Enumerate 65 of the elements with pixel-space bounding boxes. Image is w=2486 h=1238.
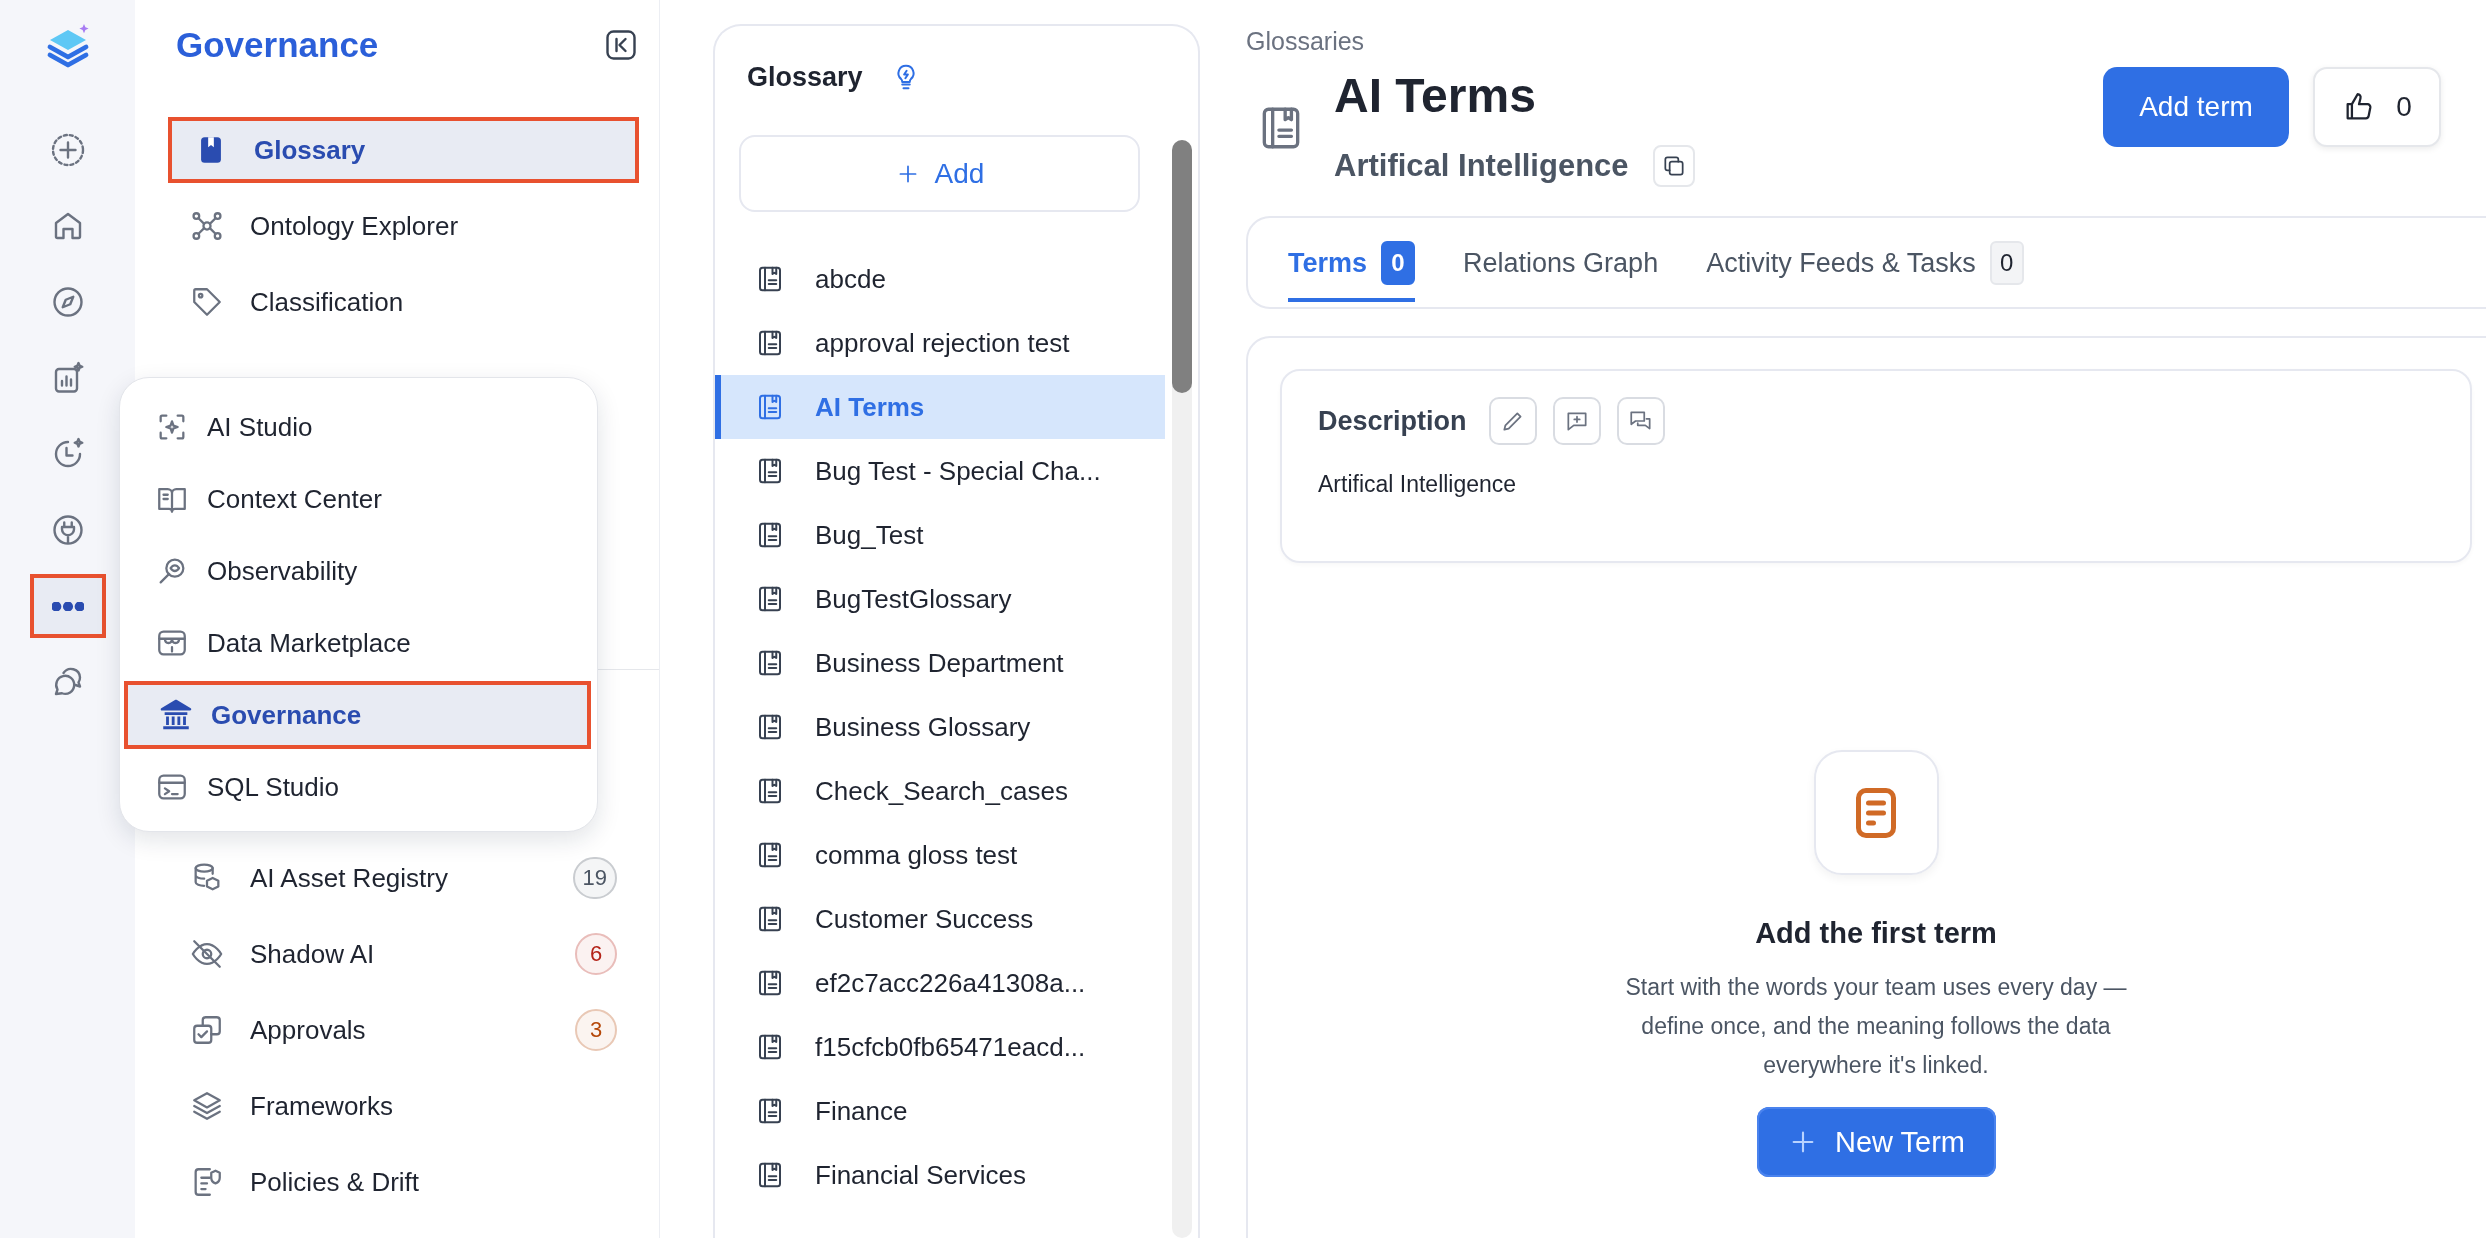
sidebar-item[interactable]: Ontology Explorer [168,193,639,259]
empty-message: Start with the words your team uses every day — define once, and the meaning follows the data everywhere it's linked. [1624,973,2128,1080]
section-title: Governance [176,25,379,65]
description-heading: Description [1318,405,1467,437]
more-icon [51,601,84,611]
sidebar-item[interactable]: Policies & Drift [168,1149,639,1215]
add-comment-button[interactable] [1552,397,1601,445]
checklist-icon [190,1013,224,1047]
list-item[interactable]: Financial Services [715,1143,1165,1207]
eye-off-icon [190,937,224,971]
add-button[interactable]: Add [739,135,1140,212]
count-badge: 6 [575,933,617,975]
page-title: AI Terms [1334,68,1536,124]
menu-item[interactable]: Data Marketplace [124,609,591,677]
network-icon [190,209,224,243]
layers-icon [190,1089,224,1123]
menu-item[interactable]: Context Center [124,465,591,533]
list-item[interactable]: Finance [715,1079,1165,1143]
plus-icon [49,132,86,168]
menu-item[interactable]: Observability [124,537,591,605]
scrollbar-thumb[interactable] [1172,140,1192,393]
sidebar-item[interactable]: Classification [168,269,639,335]
list-item[interactable]: abcde [715,247,1165,311]
tab[interactable]: Activity Feeds & Tasks 0 [1706,228,2024,302]
new-term-button[interactable]: New Term [1756,1107,1996,1177]
list-item[interactable]: Check_Search_cases [715,759,1165,823]
list-item[interactable]: comma gloss test [715,823,1165,887]
list-item[interactable]: approval rejection test [715,311,1165,375]
collapse-icon [603,27,639,63]
sidebar-item[interactable]: Approvals 3 [168,997,639,1063]
list-item[interactable]: Business Glossary [715,695,1165,759]
panel-title: Glossary [747,61,863,93]
list-item[interactable]: Bug Test - Special Cha... [715,439,1165,503]
add-term-button[interactable]: Add term [2103,67,2289,147]
list-item[interactable]: Business Department [715,631,1165,695]
copy-button[interactable] [1652,145,1695,187]
list-item[interactable]: ef2c7acc226a41308a... [715,951,1165,1015]
like-button[interactable]: 0 [2313,67,2441,147]
list-item[interactable]: AI Terms [715,375,1165,439]
description-text: Artifical Intelligence [1318,471,1518,498]
list-item[interactable]: Customer Success [715,887,1165,951]
edit-button[interactable] [1488,397,1537,445]
count-badge: 0 [1381,241,1416,285]
count-badge: 3 [575,1009,617,1051]
menu-item[interactable]: AI Studio [124,393,591,461]
tag-icon [190,285,224,319]
sidebar-item[interactable]: Shadow AI 6 [168,921,639,987]
count-badge: 0 [1989,241,2024,285]
menu-item[interactable]: SQL Studio [124,753,591,821]
tab[interactable]: Relations Graph [1463,228,1659,302]
tab[interactable]: Terms 0 [1288,228,1416,302]
list-item[interactable]: Bug_Test [715,503,1165,567]
page-subtitle: Artifical Intelligence [1334,148,1629,184]
sidebar-item[interactable]: Frameworks [168,1073,639,1139]
sidebar-item[interactable]: AI Asset Registry 19 [168,845,639,911]
collapse-button[interactable] [603,27,639,63]
more-button[interactable] [29,574,106,638]
empty-title: Add the first term [1755,917,1997,950]
list-item[interactable]: BugTestGlossary [715,567,1165,631]
sidebar-item[interactable]: Glossary [168,117,639,183]
menu-item[interactable]: Governance [124,681,591,749]
bank-icon [159,698,193,732]
list-item[interactable]: f15cfcb0fb65471eacd... [715,1015,1165,1079]
comments-button[interactable] [1616,397,1665,445]
count-badge: 19 [572,857,617,899]
